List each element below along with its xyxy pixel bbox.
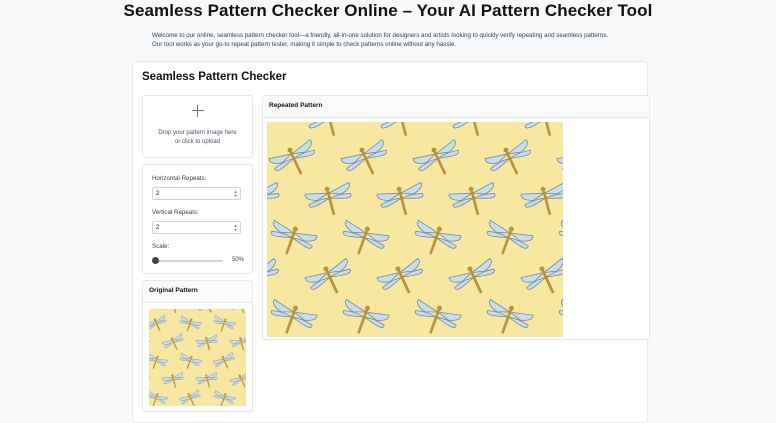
repeated-pattern-header: Repeated Pattern	[263, 96, 649, 118]
horizontal-repeats-input[interactable]: 2 ▲ ▼	[152, 187, 241, 200]
scale-value: 50%	[232, 257, 245, 263]
horizontal-repeats-value: 2	[156, 191, 160, 197]
stepper-icon[interactable]: ▲ ▼	[233, 190, 238, 198]
page-title: Seamless Pattern Checker Online – Your A…	[123, 1, 653, 20]
intro-text: Welcome to our online, seamless pattern …	[152, 31, 632, 49]
repeated-pattern-image	[267, 122, 563, 337]
repeated-pattern-panel: Repeated Pattern	[262, 95, 650, 340]
original-pattern-panel: Original Pattern	[142, 280, 253, 412]
settings-panel: Horizontal Repeats: 2 ▲ ▼ Vertical Repeat…	[142, 164, 253, 274]
vertical-repeats-label: Vertical Repeats:	[152, 209, 199, 216]
stepper-icon[interactable]: ▲ ▼	[233, 224, 238, 232]
upload-text: Drop your pattern image here or click to…	[143, 129, 252, 147]
vertical-repeats-input[interactable]: 2 ▲ ▼	[152, 221, 241, 234]
scale-label: Scale:	[152, 243, 170, 250]
upload-line-1: Drop your pattern image here	[158, 130, 237, 136]
repeated-pattern-title: Repeated Pattern	[269, 102, 323, 109]
original-pattern-title: Original Pattern	[149, 287, 198, 294]
scale-slider-thumb[interactable]	[152, 257, 159, 264]
horizontal-repeats-label: Horizontal Repeats:	[152, 175, 207, 182]
upload-dropzone[interactable]: Drop your pattern image here or click to…	[142, 95, 253, 158]
original-pattern-image	[149, 309, 246, 406]
pattern-checker-card: Seamless Pattern Checker Drop your patte…	[132, 61, 650, 423]
vertical-repeats-value: 2	[156, 225, 160, 231]
upload-line-2: or click to upload	[174, 139, 221, 145]
original-pattern-header: Original Pattern	[143, 281, 252, 303]
intro-line-2: Our tool works as your go-to repeat patt…	[152, 41, 457, 48]
tool-title: Seamless Pattern Checker	[142, 71, 287, 83]
intro-line-1: Welcome to our online, seamless pattern …	[152, 32, 609, 39]
scale-slider-track[interactable]	[155, 260, 223, 262]
plus-icon	[192, 105, 204, 117]
